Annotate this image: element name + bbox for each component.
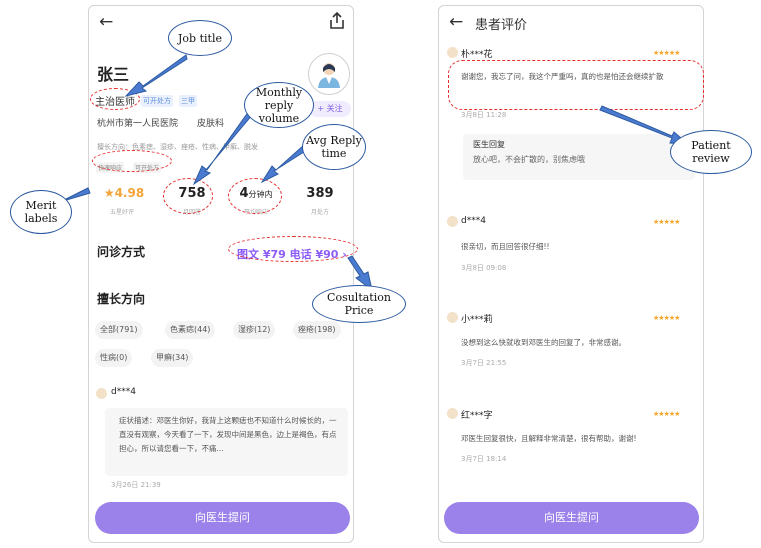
consult-method-title: 问诊方式 — [97, 245, 146, 259]
review-date: 3月26日 21:39 — [111, 481, 161, 489]
doctor-name: 张三 — [97, 65, 130, 84]
prescription-tag: 可开处方 — [141, 95, 173, 107]
merit-label-fast-response: 快速响应 — [96, 162, 125, 173]
merit-label-prescription: 可开处方 — [133, 162, 162, 173]
review-user: 小***莉 — [461, 315, 493, 325]
doctor-reply-text: 放心吧，不会扩散的，别焦虑哦 — [473, 155, 585, 164]
symptom-description: 症状描述：邓医生你好，我背上这颗痣也不知道什么时候长的，一直没有观察，今天看了一… — [119, 416, 337, 453]
review-content: 邓医生回复很快，且解释非常清楚，很有帮助，谢谢! — [461, 434, 637, 443]
review-date: 3月8日 11:28 — [461, 111, 507, 119]
callout-patient-review: Patient review — [670, 130, 752, 174]
share-icon[interactable] — [327, 11, 347, 31]
ask-doctor-button[interactable]: 向医生提问 — [444, 502, 699, 534]
avatar — [447, 408, 458, 419]
hospital-name: 杭州市第一人民医院 — [97, 119, 179, 129]
avatar — [447, 47, 458, 58]
monthly-reply-label: 月回答 — [182, 209, 201, 216]
review-user: 朴***花 — [461, 50, 493, 60]
grade-tag: 三甲 — [179, 95, 197, 107]
chip-eczema[interactable]: 湿疹(12) — [233, 321, 276, 339]
callout-merit-labels: Merit labels — [10, 190, 72, 234]
review-user: 红***字 — [461, 411, 493, 421]
review-content: 谢谢您，我忘了问，我这个严重吗，真的也是怕还会继续扩散 — [461, 72, 664, 81]
review-content: 很亲切，而且回答很仔细!! — [461, 242, 550, 251]
avatar — [96, 388, 107, 399]
rating-stars: ★★★★★ — [653, 218, 680, 226]
job-title: 主治医师 — [95, 97, 135, 108]
review-user: d***4 — [111, 387, 136, 397]
doctor-reply-title: 医生回复 — [473, 140, 505, 149]
specialty-summary: 擅长方向：色素痣、湿疹、痤疮、性病、甲癣、脱发 — [97, 143, 258, 151]
review-date: 3月7日 18:14 — [461, 455, 507, 463]
rating-stars: ★★★★★ — [653, 49, 680, 57]
monthly-prescription-value: 389 — [306, 186, 334, 201]
expertise-title: 擅长方向 — [97, 292, 146, 306]
avatar — [447, 216, 458, 227]
chip-all[interactable]: 全部(791) — [95, 321, 143, 339]
avg-response-label: 平均响应 — [243, 209, 268, 216]
callout-monthly-reply: Monthly reply volume — [244, 82, 314, 128]
review-user: d***4 — [461, 216, 486, 226]
review-content: 没想到这么快就收到邓医生的回复了，非常感谢。 — [461, 338, 626, 347]
monthly-reply-value: 758 — [178, 186, 206, 201]
rating-label: 五星好评 — [109, 209, 134, 216]
avatar — [447, 312, 458, 323]
rating-stars: ★★★★★ — [653, 314, 680, 322]
chip-mole[interactable]: 色素痣(44) — [165, 321, 216, 339]
doctor-profile-screen: ← 张三 主治医师 可开处方 三甲 + 关注 杭州市第一人民医院 皮肤科 擅长方… — [88, 5, 354, 543]
rating-stars: ★★★★★ — [653, 410, 680, 418]
rating-value: ★4.98 — [103, 186, 145, 200]
doctor-avatar-icon — [318, 63, 340, 88]
patient-reviews-screen: ← 患者评价 朴***花 ★★★★★ 谢谢您，我忘了问，我这个严重吗，真的也是怕… — [438, 5, 704, 543]
consultation-price[interactable]: 图文 ¥79 电话 ¥90 › — [237, 246, 347, 262]
doctor-avatar — [308, 53, 350, 95]
back-arrow-icon[interactable]: ← — [99, 12, 113, 32]
chip-nail-fungus[interactable]: 甲癣(34) — [151, 349, 194, 367]
chip-acne[interactable]: 痤疮(198) — [293, 321, 341, 339]
monthly-prescription-label: 月处方 — [310, 209, 329, 216]
page-title: 患者评价 — [475, 18, 528, 33]
callout-consultation-price: Cosultation Price — [312, 285, 406, 323]
follow-button[interactable]: + 关注 — [309, 101, 351, 117]
avg-response-value: 4分钟内 — [239, 186, 273, 201]
review-date: 3月7日 21:55 — [461, 359, 507, 367]
back-arrow-icon[interactable]: ← — [449, 12, 463, 32]
chip-std[interactable]: 性病(0) — [95, 349, 133, 367]
department: 皮肤科 — [197, 119, 225, 129]
ask-doctor-button[interactable]: 向医生提问 — [95, 502, 350, 534]
callout-job-title: Job title — [168, 20, 232, 56]
review-date: 3月8日 09:08 — [461, 264, 507, 272]
callout-avg-reply: Avg Reply time — [302, 124, 366, 170]
